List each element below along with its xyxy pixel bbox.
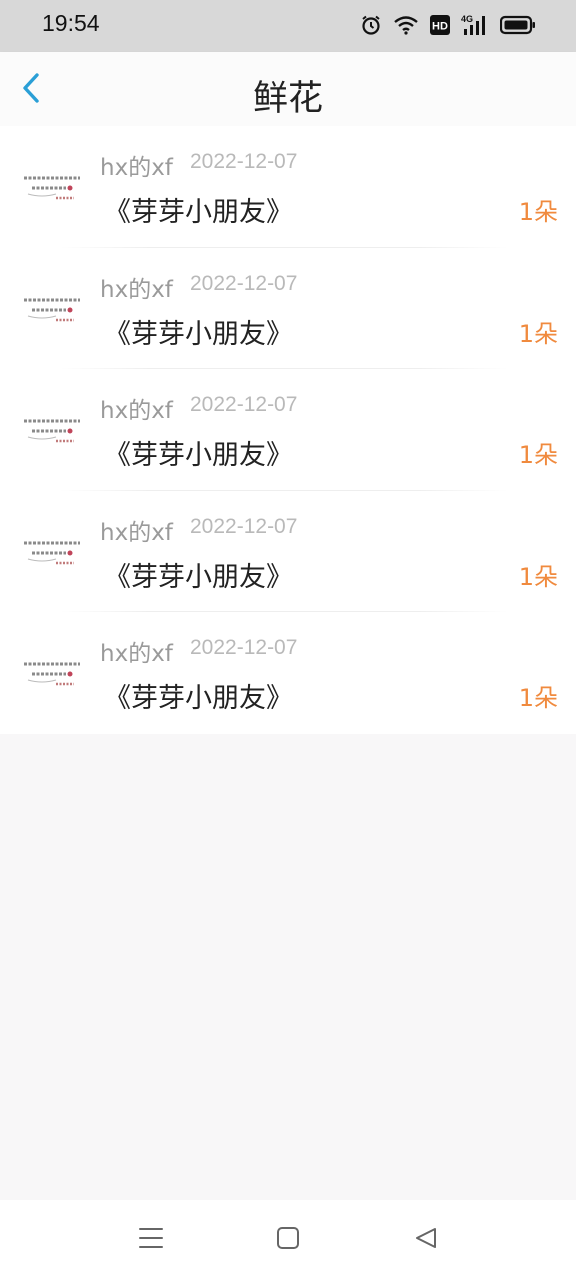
battery-icon [500,15,536,35]
thumbnail-image [22,539,84,571]
item-author: hx的xf [100,155,173,181]
item-flower-count: 1朵 [518,562,558,591]
status-icons: HD 4G [360,12,536,38]
item-author: hx的xf [100,398,173,425]
back-triangle-icon [414,1226,438,1254]
thumbnail-image [22,660,84,692]
hd-text: HD [432,21,448,33]
system-back-button[interactable] [411,1226,441,1254]
item-title: 《芽芽小朋友》 [104,561,293,593]
thumbnail-image [22,174,84,206]
header-bar: 鲜花 [0,52,576,126]
item-author: hx的xf [100,276,173,303]
list-item[interactable]: hx的xf 2022-12-07 《芽芽小朋友》 1朵 [0,491,576,613]
status-bar: 19:54 HD 4G [0,0,576,52]
item-author: hx的xf [100,641,173,668]
hd-icon: HD [430,15,450,35]
thumbnail-image [22,417,84,449]
alarm-icon [360,14,382,36]
item-date: 2022-12-07 [190,636,298,660]
home-button[interactable] [273,1226,303,1254]
item-flower-count: 1朵 [518,684,558,713]
network-text: 4G [461,14,473,24]
page-title: 鲜花 [252,79,323,119]
item-flower-count: 1朵 [518,441,558,470]
list-item[interactable]: hx的xf 2022-12-07 《芽芽小朋友》 1朵 [0,248,576,370]
item-date: 2022-12-07 [190,150,298,173]
list-item[interactable]: hx的xf 2022-12-07 《芽芽小朋友》 1朵 [0,612,576,734]
signal-4g-icon: 4G [461,14,489,36]
system-nav-bar [0,1200,576,1280]
item-title: 《芽芽小朋友》 [104,683,293,715]
item-title: 《芽芽小朋友》 [104,197,293,228]
item-date: 2022-12-07 [190,393,298,417]
item-date: 2022-12-07 [190,514,298,538]
thumbnail-image [22,296,84,328]
item-date: 2022-12-07 [190,271,298,295]
menu-icon [138,1226,164,1254]
list-item[interactable]: hx的xf 2022-12-07 《芽芽小朋友》 1朵 [0,126,576,248]
item-flower-count: 1朵 [518,198,558,226]
item-author: hx的xf [100,519,173,546]
item-flower-count: 1朵 [518,319,558,348]
list-item[interactable]: hx的xf 2022-12-07 《芽芽小朋友》 1朵 [0,369,576,491]
recent-apps-button[interactable] [136,1226,166,1254]
flower-list: hx的xf 2022-12-07 《芽芽小朋友》 1朵 hx的xf 2022-1… [0,126,576,734]
status-time: 19:54 [42,10,100,36]
item-title: 《芽芽小朋友》 [104,440,293,472]
item-title: 《芽芽小朋友》 [104,318,293,350]
wifi-icon [393,15,419,35]
home-square-icon [276,1226,300,1254]
